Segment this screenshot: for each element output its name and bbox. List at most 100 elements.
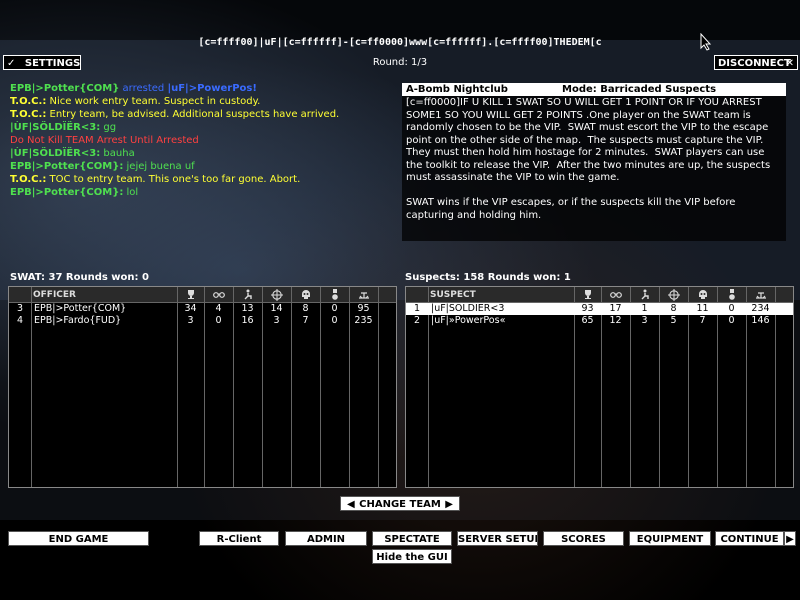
chat-sender: T.O.C.: [10,96,47,107]
settings-button[interactable]: ✓ SETTINGS [3,55,81,70]
handcuffs-icon[interactable] [601,287,630,303]
chat-line: EPB|>Potter{COM}: lol [10,186,390,199]
stat-cell: 8 [302,303,309,314]
medal-icon[interactable] [320,287,349,303]
chat-log: EPB|>Potter{COM} arrested |uF|>PowerPos!… [10,82,390,199]
stat-cell: 7 [699,315,706,326]
stat-cell: 11 [696,303,709,314]
player-row[interactable]: 1 |uF|SÖLDÏËR<3 93 17 1 8 11 0 234 [406,303,793,315]
spectate-button[interactable]: SPECTATE [372,531,452,546]
settings-label: SETTINGS [24,58,81,69]
chat-line: T.O.C.: TOC to entry team. This one's to… [10,173,390,186]
chat-message: jejej buena uf [126,161,195,172]
stat-cell: 0 [331,315,338,326]
player-name: EPB|>Potter{COM} [34,303,127,314]
stat-cell: 0 [728,303,735,314]
player-index: 3 [16,303,24,314]
chat-message: gg [103,122,117,133]
column-header-name[interactable]: SUSPECT [430,287,570,303]
disconnect-label: DISCONNECT [718,58,791,69]
player-name: |uF|SÖLDÏËR<3 [431,303,505,314]
skull-icon[interactable] [291,287,320,303]
stat-cell: 12 [609,315,622,326]
chat-message: Entry team, be advised. Additional suspe… [49,109,340,120]
chat-sender: |ÙF|SÖLDÏËR<3: [10,148,101,159]
scoreboard-header: SUSPECT [406,287,793,303]
chat-sender: T.O.C.: [10,109,47,120]
handcuffs-icon[interactable] [204,287,233,303]
stat-cell: 4 [215,303,222,314]
suspects-scoreboard: SUSPECT 1 |uF|SÖLDÏËR<3 93 17 1 8 11 0 234 2 |uF|»P… [405,286,794,488]
stat-cell: 0 [331,303,338,314]
server-setup-button[interactable]: SERVER SETUP [457,531,538,546]
stat-cell: 13 [241,303,254,314]
timer-icon[interactable] [349,287,378,303]
chat-target: |uF|>PowerPos! [167,83,257,94]
chat-line: EPB|>Potter{COM}: jejej buena uf [10,160,390,173]
stat-cell: 93 [581,303,594,314]
suspects-score-label: Suspects: 158 Rounds won: 1 [405,272,571,283]
rclient-button[interactable]: R-Client [199,531,279,546]
end-game-button[interactable]: END GAME [8,531,149,546]
change-team-button[interactable]: ◀ CHANGE TEAM ▶ [340,496,460,511]
close-icon: ✕ [785,58,794,69]
hide-gui-button[interactable]: Hide the GUI [372,549,452,564]
kneeling-icon[interactable] [630,287,659,303]
trophy-icon[interactable] [574,287,601,303]
player-row[interactable]: 3 EPB|>Potter{COM} 34 4 13 14 8 0 95 [9,303,396,315]
kneeling-icon[interactable] [233,287,262,303]
stat-cell: 234 [751,303,770,314]
stat-cell: 16 [241,315,254,326]
game-mode: Mode: Barricaded Suspects [562,84,717,95]
chat-line: |ÙF|SÖLDÏËR<3: bauha [10,147,390,160]
scoreboard-header: OFFICER [9,287,396,303]
equipment-button[interactable]: EQUIPMENT [629,531,711,546]
mode-description: [c=ff0000]IF U KILL 1 SWAT SO U WILL GET… [406,97,771,221]
chat-message: arrested [122,83,168,94]
stat-cell: 0 [215,315,222,326]
stat-cell: 3 [187,315,194,326]
player-index: 2 [413,315,421,326]
chat-message: TOC to entry team. This one's too far go… [49,174,301,185]
swat-scoreboard: OFFICER 3 EPB|>Potter{COM} 34 4 13 14 8 0 95 4 EPB|… [8,286,397,488]
player-row[interactable]: 2 |uF|»PowerPos« 65 12 3 5 7 0 146 [406,315,793,327]
crosshair-icon[interactable] [659,287,688,303]
change-team-label: CHANGE TEAM [359,499,441,510]
chat-message: Nice work entry team. Suspect in custody… [49,96,261,107]
stat-cell: 14 [270,303,283,314]
chat-message: Do Not Kill TEAM Arrest Until Arrested [10,135,199,146]
stat-cell: 95 [357,303,370,314]
stat-cell: 1 [641,303,648,314]
trophy-icon[interactable] [177,287,204,303]
timer-icon[interactable] [746,287,775,303]
disconnect-button[interactable]: DISCONNECT ✕ [714,55,798,70]
chat-sender: EPB|>Potter{COM}: [10,161,124,172]
chat-line: Do Not Kill TEAM Arrest Until Arrested [10,134,390,147]
chat-line: T.O.C.: Entry team, be advised. Addition… [10,108,390,121]
chat-sender: EPB|>Potter{COM} [10,83,120,94]
round-indicator: Round: 1/3 [372,57,428,68]
continue-button[interactable]: CONTINUE [715,531,784,546]
chat-message: bauha [103,148,135,159]
chat-line: |ÙF|SÖLDÏËR<3: gg [10,121,390,134]
continue-arrow-icon[interactable]: ▶ [784,531,796,546]
mode-panel-header: A-Bomb Nightclub Mode: Barricaded Suspec… [402,83,786,96]
stat-cell: 5 [670,315,677,326]
medal-icon[interactable] [717,287,746,303]
chat-sender: |ÙF|SÖLDÏËR<3: [10,122,101,133]
stat-cell: 65 [581,315,594,326]
player-row[interactable]: 4 EPB|>Fardo{FUD} 3 0 16 3 7 0 235 [9,315,396,327]
stat-cell: 0 [728,315,735,326]
chat-sender: EPB|>Potter{COM}: [10,187,124,198]
chat-line: T.O.C.: Nice work entry team. Suspect in… [10,95,390,108]
column-header-name[interactable]: OFFICER [33,287,173,303]
scores-tab-button[interactable]: SCORES [543,531,624,546]
stat-cell: 235 [354,315,373,326]
stat-cell: 7 [302,315,309,326]
skull-icon[interactable] [688,287,717,303]
crosshair-icon[interactable] [262,287,291,303]
admin-button[interactable]: ADMIN [285,531,367,546]
chat-message: lol [126,187,139,198]
arrow-right-icon: ▶ [445,499,453,510]
stat-cell: 34 [184,303,197,314]
